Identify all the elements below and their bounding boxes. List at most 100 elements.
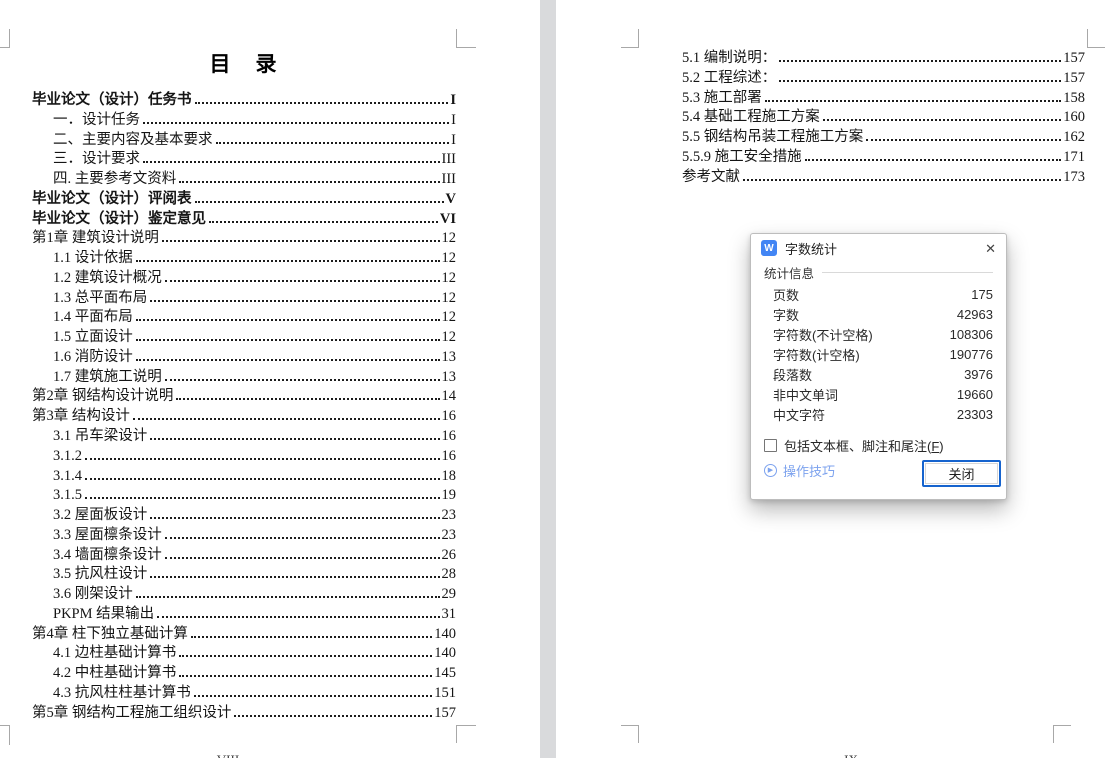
toc-entry-page: 28 [441, 566, 457, 583]
toc-entry: 四. 主要参考文资料 III [32, 170, 456, 190]
toc-entry-page: 18 [441, 467, 457, 484]
toc-leader-dots [179, 655, 433, 658]
toc-entry: 1.4 平面布局 12 [32, 308, 456, 328]
toc-entry-title: 1.7 建筑施工说明 [53, 368, 162, 385]
toc-entry-title: 3.3 屋面檩条设计 [53, 526, 162, 543]
toc-list-left: 毕业论文（设计）任务书 I 一．设计任务 I 二、主要内容及基本要求 I 三．设… [32, 91, 456, 724]
toc-entry-title: 5.2 工程综述： [682, 69, 777, 86]
toc-leader-dots [85, 457, 440, 460]
toc-entry: 1.7 建筑施工说明 13 [32, 368, 456, 388]
toc-leader-dots [804, 158, 1062, 161]
document-page-left: 目 录 毕业论文（设计）任务书 I 一．设计任务 I 二、主要内容及基本要求 I… [0, 0, 540, 758]
toc-entry-page: 140 [434, 645, 456, 662]
statistic-label: 字符数(不计空格) [773, 327, 873, 343]
page-gap [540, 0, 556, 758]
toc-entry-page: 140 [434, 625, 456, 642]
toc-leader-dots [150, 299, 440, 302]
toc-entry-title: 1.6 消防设计 [53, 348, 133, 365]
toc-entry: 第4章 柱下独立基础计算 140 [32, 625, 456, 645]
statistics-group-header: 统计信息 [764, 264, 993, 281]
statistic-value: 175 [971, 286, 993, 302]
statistic-label: 页数 [773, 287, 800, 303]
toc-entry: 3.1.2 16 [32, 447, 456, 467]
toc-leader-dots [822, 119, 1062, 122]
dialog-titlebar[interactable]: W 字数统计 ✕ [751, 234, 1006, 262]
toc-leader-dots [164, 536, 440, 539]
toc-leader-dots [164, 556, 440, 559]
toc-leader-dots [161, 240, 440, 243]
close-button[interactable]: 关闭 [922, 460, 1001, 487]
toc-entry-title: PKPM 结果输出 [53, 605, 155, 622]
toc-entry: 第5章 钢结构工程施工组织设计 157 [32, 704, 456, 724]
toc-entry-title: 5.3 施工部署 [682, 89, 762, 106]
margin-crop-mark [621, 29, 639, 48]
toc-entry-title: 4.1 边柱基础计算书 [53, 645, 177, 662]
tips-link[interactable]: ▶ 操作技巧 [764, 461, 835, 480]
margin-crop-mark [0, 29, 10, 48]
toc-entry: 第2章 钢结构设计说明 14 [32, 387, 456, 407]
margin-crop-mark [456, 29, 476, 48]
toc-entry: 4.2 中柱基础计算书 145 [32, 664, 456, 684]
toc-entry-title: 3.6 刚架设计 [53, 586, 133, 603]
toc-entry-page: 13 [441, 348, 457, 365]
toc-entry-title: 1.5 立面设计 [53, 329, 133, 346]
checkbox-label: 包括文本框、脚注和尾注(F) [784, 438, 944, 454]
toc-entry-page: 23 [441, 507, 457, 524]
toc-entry-title: 三．设计要求 [53, 151, 140, 168]
statistic-row: 段落数 3976 [751, 364, 1006, 384]
statistic-row: 中文字符 23303 [751, 404, 1006, 424]
toc-leader-dots [215, 141, 450, 144]
toc-entry-title: 5.4 基础工程施工方案 [682, 109, 820, 126]
toc-leader-dots [143, 161, 440, 164]
toc-leader-dots [150, 438, 440, 441]
toc-leader-dots [157, 615, 440, 618]
toc-entry: 1.1 设计依据 12 [32, 249, 456, 269]
toc-leader-dots [779, 79, 1062, 82]
toc-list-right: 5.1 编制说明： 157 5.2 工程综述： 157 5.3 施工部署 158… [682, 49, 1085, 187]
toc-entry-page: 157 [434, 704, 456, 721]
group-divider-line [822, 271, 993, 273]
toc-leader-dots [164, 279, 440, 282]
play-circle-icon: ▶ [764, 464, 777, 477]
statistic-value: 108306 [949, 326, 993, 342]
toc-entry: 4.1 边柱基础计算书 140 [32, 644, 456, 664]
toc-title: 目 录 [209, 52, 279, 76]
toc-leader-dots [764, 99, 1062, 102]
toc-entry-title: 第2章 钢结构设计说明 [32, 388, 174, 405]
toc-entry-page: 151 [434, 684, 456, 701]
statistic-value: 23303 [956, 406, 993, 422]
toc-leader-dots [179, 181, 440, 184]
toc-entry-title: 二、主要内容及基本要求 [53, 131, 213, 148]
toc-entry: 5.1 编制说明： 157 [682, 49, 1085, 69]
toc-entry-title: 毕业论文（设计）评阅表 [32, 190, 192, 207]
toc-entry-title: 5.5.9 施工安全措施 [682, 148, 802, 165]
toc-entry-page: 23 [441, 526, 457, 543]
toc-entry-page: V [445, 190, 456, 207]
toc-entry: 5.3 施工部署 158 [682, 89, 1085, 109]
toc-entry-page: 162 [1063, 129, 1085, 146]
toc-leader-dots [234, 714, 433, 717]
toc-entry-page: III [441, 171, 457, 188]
statistic-row: 非中文单词 19660 [751, 384, 1006, 404]
margin-crop-mark [1087, 29, 1105, 48]
toc-entry-title: 毕业论文（设计）任务书 [32, 92, 192, 108]
toc-entry-title: 一．设计任务 [53, 111, 140, 128]
close-icon[interactable]: ✕ [985, 242, 996, 255]
toc-entry-title: 1.4 平面布局 [53, 309, 133, 326]
toc-entry: 3.3 屋面檩条设计 23 [32, 526, 456, 546]
toc-entry: 三．设计要求 III [32, 150, 456, 170]
toc-entry: 毕业论文（设计）任务书 I [32, 91, 456, 111]
toc-leader-dots [190, 635, 433, 638]
include-textboxes-checkbox[interactable]: 包括文本框、脚注和尾注(F) [764, 437, 944, 454]
toc-entry-page: 12 [441, 250, 457, 267]
toc-entry-title: 3.1.5 [53, 487, 82, 504]
toc-entry: 5.2 工程综述： 157 [682, 69, 1085, 89]
toc-leader-dots [193, 694, 433, 697]
checkbox-unchecked-icon[interactable] [764, 438, 777, 452]
toc-leader-dots [135, 358, 440, 361]
toc-entry-title: 3.4 墙面檩条设计 [53, 546, 162, 563]
toc-entry-page: 12 [441, 230, 457, 247]
toc-leader-dots [135, 596, 440, 599]
toc-leader-dots [194, 102, 449, 104]
toc-entry-page: 19 [441, 487, 457, 504]
